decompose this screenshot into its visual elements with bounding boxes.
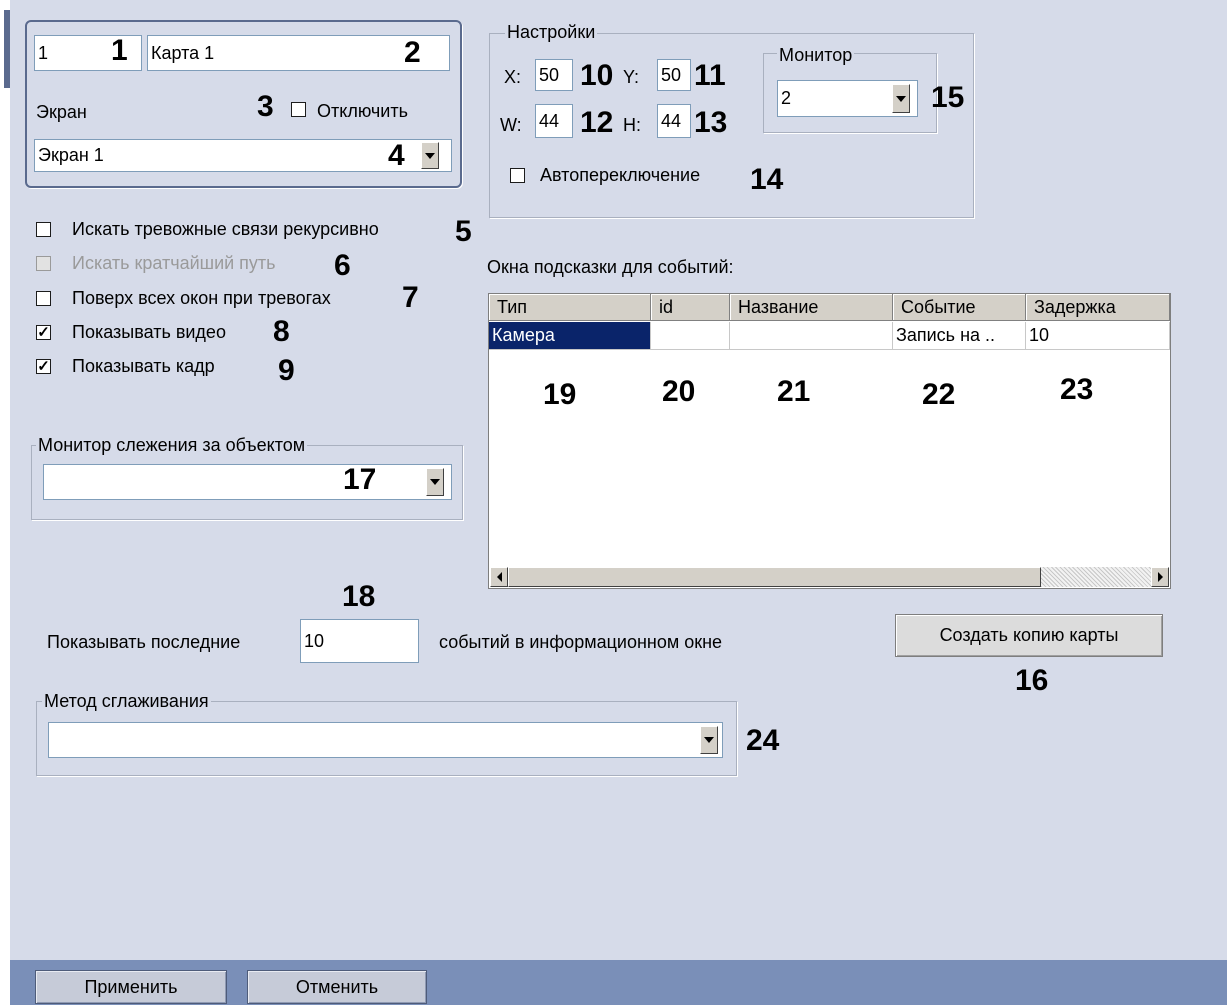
events-table: Тип id Название Событие Задержка Камера … — [488, 293, 1171, 589]
search-shortest-checkbox — [36, 256, 51, 271]
callout-14: 14 — [750, 163, 784, 196]
scroll-left-icon[interactable] — [490, 567, 508, 587]
column-header-event[interactable]: Событие — [893, 294, 1026, 321]
settings-panel: 1 1 Карта 1 2 Экран 3 Отключить Экран 1 … — [10, 0, 1227, 960]
monitor-title: Монитор — [777, 45, 855, 65]
monitor-dropdown-arrow-icon[interactable] — [892, 84, 910, 113]
callout-21: 21 — [777, 375, 811, 408]
smoothing-title: Метод сглаживания — [42, 691, 211, 711]
cancel-button[interactable]: Отменить — [247, 970, 427, 1004]
callout-19: 19 — [543, 378, 577, 411]
callout-13: 13 — [694, 106, 728, 139]
show-video-label: Показывать видео — [72, 322, 226, 342]
left-edge — [0, 0, 10, 1005]
callout-24: 24 — [746, 724, 780, 757]
last-events-suffix: событий в информационном окне — [439, 632, 723, 652]
copy-map-button[interactable]: Создать копию карты — [895, 614, 1163, 657]
events-table-title: Окна подсказки для событий: — [487, 257, 734, 277]
screen-label: Экран — [36, 102, 87, 122]
show-video-checkbox[interactable]: ✓ — [36, 325, 51, 340]
callout-18: 18 — [342, 580, 376, 613]
tracking-monitor-title: Монитор слежения за объектом — [36, 435, 308, 455]
callout-22: 22 — [922, 378, 956, 411]
h-label: H: — [623, 115, 641, 135]
callout-15: 15 — [931, 81, 965, 114]
callout-5: 5 — [455, 215, 472, 248]
callout-7: 7 — [402, 281, 419, 314]
w-label: W: — [500, 115, 522, 135]
column-header-delay[interactable]: Задержка — [1026, 294, 1170, 321]
callout-4: 4 — [388, 139, 405, 172]
callout-2: 2 — [404, 36, 421, 69]
show-frame-label: Показывать кадр — [72, 356, 215, 376]
show-frame-checkbox[interactable]: ✓ — [36, 359, 51, 374]
search-recursive-checkbox[interactable] — [36, 222, 51, 237]
w-field[interactable]: 44 — [535, 104, 573, 138]
horizontal-scrollbar[interactable] — [490, 567, 1169, 587]
disable-label: Отключить — [317, 101, 408, 121]
smoothing-arrow-icon[interactable] — [700, 726, 718, 754]
callout-23: 23 — [1060, 373, 1094, 406]
scroll-right-icon[interactable] — [1151, 567, 1169, 587]
callout-16: 16 — [1015, 664, 1049, 697]
x-label: X: — [504, 67, 522, 87]
table-cell-id[interactable] — [651, 322, 730, 350]
table-cell-type[interactable]: Камера — [489, 322, 651, 350]
callout-17: 17 — [343, 463, 377, 496]
y-label: Y: — [623, 67, 640, 87]
screen-dropdown-value: Экран 1 — [38, 145, 104, 165]
column-header-id[interactable]: id — [651, 294, 730, 321]
h-field[interactable]: 44 — [657, 104, 691, 138]
monitor-dropdown-value: 2 — [781, 88, 792, 108]
x-field[interactable]: 50 — [535, 59, 573, 91]
settings-title: Настройки — [505, 22, 598, 42]
apply-button[interactable]: Применить — [35, 970, 227, 1004]
autoswitch-label: Автопереключение — [540, 165, 701, 185]
callout-20: 20 — [662, 375, 696, 408]
callout-10: 10 — [580, 59, 614, 92]
tracking-monitor-arrow-icon[interactable] — [426, 468, 444, 496]
footer-bar: Применить Отменить — [10, 960, 1227, 1005]
scrollbar-thumb[interactable] — [508, 567, 1041, 587]
column-header-type[interactable]: Тип — [489, 294, 651, 321]
scrollbar-track[interactable] — [1041, 567, 1151, 587]
screen-dropdown-arrow-icon[interactable] — [421, 142, 439, 169]
on-top-alarm-label: Поверх всех окон при тревогах — [72, 288, 331, 308]
callout-1: 1 — [111, 34, 128, 67]
column-header-name[interactable]: Название — [730, 294, 893, 321]
last-events-count-field[interactable]: 10 — [300, 619, 419, 663]
callout-11: 11 — [694, 59, 726, 92]
tracking-monitor-dropdown[interactable] — [43, 464, 452, 500]
smoothing-dropdown[interactable] — [48, 722, 723, 758]
autoswitch-checkbox[interactable] — [510, 168, 525, 183]
search-shortest-label: Искать кратчайший путь — [72, 253, 276, 273]
last-events-prefix: Показывать последние — [47, 632, 241, 652]
table-cell-delay[interactable]: 10 — [1026, 322, 1170, 350]
y-field[interactable]: 50 — [657, 59, 691, 91]
callout-12: 12 — [580, 106, 614, 139]
search-recursive-label: Искать тревожные связи рекурсивно — [72, 219, 379, 239]
disable-checkbox[interactable] — [291, 102, 306, 117]
callout-6: 6 — [334, 249, 351, 282]
callout-9: 9 — [278, 354, 295, 387]
callout-8: 8 — [273, 315, 290, 348]
table-cell-event[interactable]: Запись на .. — [893, 322, 1026, 350]
table-cell-name[interactable] — [730, 322, 893, 350]
on-top-alarm-checkbox[interactable] — [36, 291, 51, 306]
callout-3: 3 — [257, 90, 274, 123]
